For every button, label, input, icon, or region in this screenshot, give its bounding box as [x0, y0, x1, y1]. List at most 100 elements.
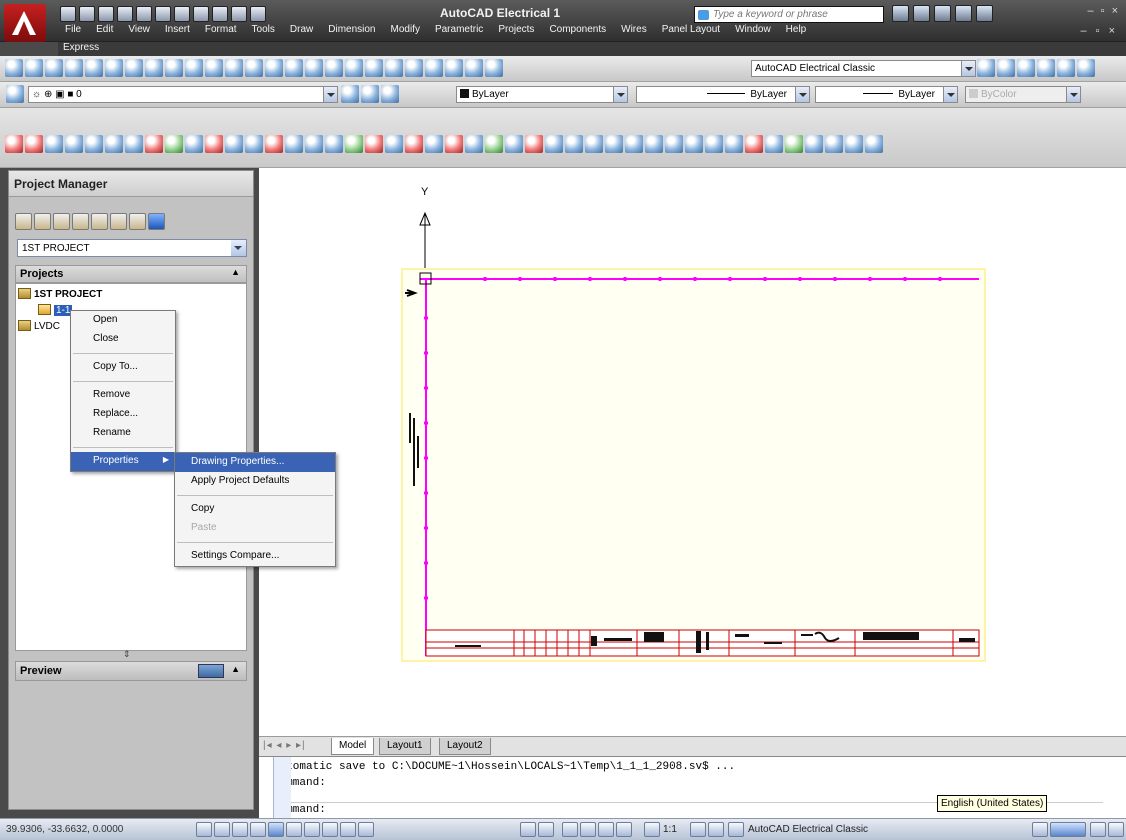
pan-status-icon[interactable]: [562, 822, 578, 837]
fan-in-icon[interactable]: [405, 135, 423, 153]
steering-wheel-icon[interactable]: [598, 822, 614, 837]
dim-style-icon[interactable]: [1037, 59, 1055, 77]
help-project-icon[interactable]: [148, 213, 165, 230]
object-snap-icon[interactable]: [268, 822, 284, 837]
menu-components[interactable]: Components: [542, 23, 614, 39]
audit-icon[interactable]: [685, 135, 703, 153]
tree-node-project[interactable]: 1ST PROJECT: [18, 288, 102, 300]
menu-edit[interactable]: Edit: [89, 23, 121, 39]
cut-icon[interactable]: [145, 59, 163, 77]
menu-item-drawing-properties[interactable]: Drawing Properties...: [175, 453, 335, 472]
dynamic-input-icon[interactable]: [322, 822, 338, 837]
design-center-icon[interactable]: [385, 59, 403, 77]
menu-item-close[interactable]: Close: [71, 330, 175, 349]
zoom-previous-icon[interactable]: [345, 59, 363, 77]
help-toolbar-icon[interactable]: [485, 59, 503, 77]
source-arrow-icon[interactable]: [365, 135, 383, 153]
open-project-icon[interactable]: [15, 213, 32, 230]
destination-arrow-icon[interactable]: [385, 135, 403, 153]
application-menu-button[interactable]: [4, 4, 46, 42]
markup-icon[interactable]: [445, 59, 463, 77]
wire-type-icon[interactable]: [645, 135, 663, 153]
annotation-scale-icon[interactable]: [644, 822, 660, 837]
paste-icon[interactable]: [185, 59, 203, 77]
hardware-acceleration-icon[interactable]: [1050, 822, 1086, 837]
plc-module-icon[interactable]: [165, 135, 183, 153]
properties-icon[interactable]: [365, 59, 383, 77]
auto-scale-icon[interactable]: [708, 822, 724, 837]
menu-item-open[interactable]: Open: [71, 311, 175, 330]
menu-format[interactable]: Format: [198, 23, 245, 39]
balloon-icon[interactable]: [745, 135, 763, 153]
zoom-status-icon[interactable]: [580, 822, 596, 837]
customize-qat-icon[interactable]: [250, 6, 266, 22]
report-icon[interactable]: [805, 135, 823, 153]
projects-section-header[interactable]: Projects ▲: [15, 265, 247, 283]
preview-mode-icon[interactable]: [198, 664, 224, 678]
menu-item-remove[interactable]: Remove: [71, 386, 175, 405]
publish-icon[interactable]: [105, 59, 123, 77]
insert-ladder-icon[interactable]: [325, 135, 343, 153]
favorites-star-icon[interactable]: [955, 5, 972, 22]
bend-wire-icon[interactable]: [565, 135, 583, 153]
menu-view[interactable]: View: [121, 23, 158, 39]
menu-express[interactable]: Express: [63, 42, 99, 53]
collapse-arrow-icon[interactable]: ▲: [231, 664, 240, 674]
project-select[interactable]: 1ST PROJECT: [17, 239, 247, 257]
menu-window[interactable]: Window: [728, 23, 779, 39]
scoot-icon[interactable]: [265, 135, 283, 153]
polar-tracking-icon[interactable]: [250, 822, 266, 837]
trim-wire-icon[interactable]: [525, 135, 543, 153]
fan-out-icon[interactable]: [425, 135, 443, 153]
hydraulic-icon[interactable]: [105, 135, 123, 153]
project-wide-update-icon[interactable]: [129, 213, 146, 230]
tool-palettes-icon[interactable]: [405, 59, 423, 77]
lineweight-combo[interactable]: ByLayer: [815, 86, 958, 103]
3d-dwf-icon[interactable]: [125, 59, 143, 77]
showmotion-icon[interactable]: [616, 822, 632, 837]
new-drawing-icon[interactable]: [53, 213, 70, 230]
symbol-builder-icon[interactable]: [845, 135, 863, 153]
menu-item-copy-to[interactable]: Copy To...: [71, 358, 175, 377]
multileader-style-icon[interactable]: [1077, 59, 1095, 77]
quickcalc-icon[interactable]: [465, 59, 483, 77]
plot-icon[interactable]: [174, 6, 190, 22]
forward-icon[interactable]: [231, 6, 247, 22]
menu-item-apply-project-defaults[interactable]: Apply Project Defaults: [175, 472, 335, 491]
pan-icon[interactable]: [285, 59, 303, 77]
layer-previous-icon[interactable]: [361, 85, 379, 103]
layer-combo[interactable]: ☼ ⊕ ▣ ■ 0: [28, 86, 338, 103]
tab-model[interactable]: Model: [331, 738, 375, 755]
ortho-mode-icon[interactable]: [232, 822, 248, 837]
redo-toolbar-icon[interactable]: [265, 59, 283, 77]
panel-footprint-icon[interactable]: [725, 135, 743, 153]
menu-file[interactable]: File: [58, 23, 89, 39]
layer-properties-icon[interactable]: [6, 85, 24, 103]
workspace-icon[interactable]: [193, 6, 209, 22]
menu-item-copy[interactable]: Copy: [175, 500, 335, 519]
tree-node-lvdc[interactable]: LVDC: [18, 320, 60, 332]
open-icon[interactable]: [25, 59, 43, 77]
tab-layout1[interactable]: Layout1: [379, 738, 431, 755]
redo-icon[interactable]: [155, 6, 171, 22]
subscription-icon[interactable]: [913, 5, 930, 22]
binoculars-search-icon[interactable]: [892, 5, 909, 22]
sheet-set-icon[interactable]: [425, 59, 443, 77]
model-space-icon[interactable]: [520, 822, 536, 837]
annotation-visibility-icon[interactable]: [690, 822, 706, 837]
zoom-window-icon[interactable]: [325, 59, 343, 77]
multiple-bus-icon[interactable]: [345, 135, 363, 153]
communication-icon[interactable]: [934, 5, 951, 22]
plot-preview-icon[interactable]: [85, 59, 103, 77]
block-editor-icon[interactable]: [225, 59, 243, 77]
lineweight-toggle-icon[interactable]: [340, 822, 356, 837]
qnew-icon[interactable]: [5, 59, 23, 77]
more-tools-icon[interactable]: [865, 135, 883, 153]
terminal-strip-icon[interactable]: [185, 135, 203, 153]
settings-icon[interactable]: [825, 135, 843, 153]
text-style-icon[interactable]: [1017, 59, 1035, 77]
snap-mode-icon[interactable]: [196, 822, 212, 837]
workspace-switch-icon[interactable]: [728, 822, 744, 837]
wire-number-icon[interactable]: [45, 135, 63, 153]
pid-icon[interactable]: [125, 135, 143, 153]
